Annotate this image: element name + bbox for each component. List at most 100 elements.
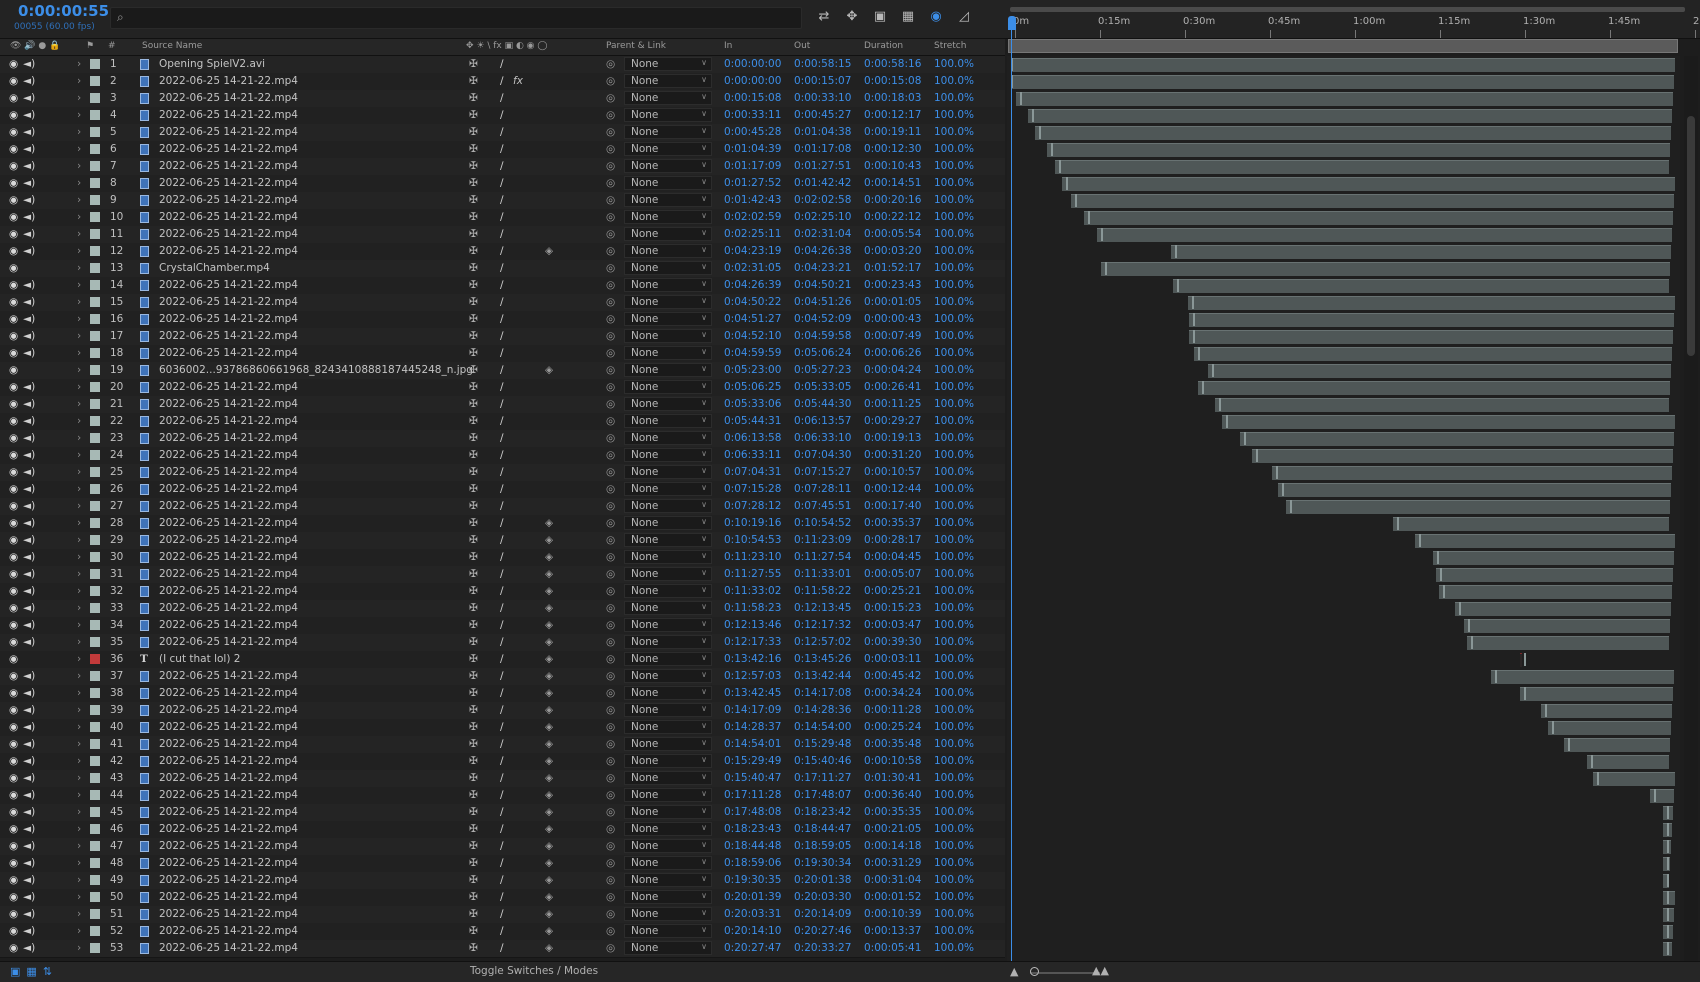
layer-source-name[interactable]: 2022-06-25 14-21-22.mp4 — [159, 177, 298, 189]
layer-in-marker[interactable] — [1175, 245, 1178, 258]
pick-whip-icon[interactable]: ◎ — [606, 75, 615, 87]
pick-whip-icon[interactable]: ◎ — [606, 364, 615, 376]
layer-in-time[interactable]: 0:00:15:08 — [724, 92, 781, 104]
layer-row[interactable]: ◉ ◄) › 45 2022-06-25 14-21-22.mp4 ✠ ∕ ◈ ◎ None ∨ 0:… — [0, 804, 1005, 822]
layer-source-name[interactable]: 2022-06-25 14-21-22.mp4 — [159, 789, 298, 801]
audio-speaker-icon[interactable]: ◄) — [23, 58, 35, 70]
twirl-chevron-icon[interactable]: › — [77, 483, 81, 495]
layer-duration-bar[interactable] — [1011, 75, 1674, 89]
layer-source-name[interactable]: 2022-06-25 14-21-22.mp4 — [159, 619, 298, 631]
layer-duration-bar[interactable] — [1047, 143, 1670, 157]
shy-switch-icon[interactable]: ✠ — [469, 891, 478, 903]
audio-speaker-icon[interactable]: ◄) — [23, 330, 35, 342]
layer-duration[interactable]: 0:00:20:16 — [864, 194, 921, 206]
quality-switch-icon[interactable]: ∕ — [500, 381, 504, 393]
shy-switch-icon[interactable]: ✠ — [469, 653, 478, 665]
quality-switch-icon[interactable]: ∕ — [500, 415, 504, 427]
layer-duration[interactable]: 0:00:19:11 — [864, 126, 921, 138]
shy-switch-icon[interactable]: ✠ — [469, 279, 478, 291]
layer-stretch[interactable]: 100.0% — [934, 449, 974, 461]
visibility-eye-icon[interactable]: ◉ — [9, 534, 18, 546]
layer-in-marker[interactable] — [1523, 653, 1526, 666]
layer-row[interactable]: ◉ ◄) › 22 2022-06-25 14-21-22.mp4 ✠ ∕ ◎ None ∨ 0:0… — [0, 413, 1005, 431]
layer-in-time[interactable]: 0:18:59:06 — [724, 857, 781, 869]
quality-switch-icon[interactable]: ∕ — [500, 109, 504, 121]
layer-stretch[interactable]: 100.0% — [934, 177, 974, 189]
visibility-eye-icon[interactable]: ◉ — [9, 449, 18, 461]
label-color-chip[interactable] — [90, 382, 100, 392]
layer-out-time[interactable]: 0:04:51:26 — [794, 296, 851, 308]
audio-speaker-icon[interactable]: ◄) — [23, 449, 35, 461]
layer-in-marker[interactable] — [1177, 279, 1180, 292]
graph-editor-icon[interactable]: ◿ — [955, 8, 973, 26]
layer-out-time[interactable]: 0:20:27:46 — [794, 925, 851, 937]
parent-link-dropdown[interactable]: None ∨ — [624, 278, 712, 292]
stretch-header[interactable]: Stretch — [934, 41, 966, 51]
shy-switch-icon[interactable]: ✠ — [469, 160, 478, 172]
parent-link-dropdown[interactable]: None ∨ — [624, 652, 712, 666]
pick-whip-icon[interactable]: ◎ — [606, 262, 615, 274]
pick-whip-icon[interactable]: ◎ — [606, 908, 615, 920]
work-area-bar[interactable] — [1008, 39, 1678, 53]
layer-stretch[interactable]: 100.0% — [934, 942, 974, 954]
audio-speaker-icon[interactable]: ◄) — [23, 840, 35, 852]
twirl-chevron-icon[interactable]: › — [77, 908, 81, 920]
layer-duration[interactable]: 0:00:04:45 — [864, 551, 921, 563]
shy-switch-icon[interactable]: ✠ — [469, 109, 478, 121]
twirl-chevron-icon[interactable]: › — [77, 75, 81, 87]
quality-switch-icon[interactable]: ∕ — [500, 398, 504, 410]
parent-link-dropdown[interactable]: None ∨ — [624, 805, 712, 819]
pick-whip-icon[interactable]: ◎ — [606, 194, 615, 206]
layer-out-time[interactable]: 0:01:42:42 — [794, 177, 851, 189]
visibility-eye-icon[interactable]: ◉ — [9, 670, 18, 682]
layer-source-name[interactable]: 2022-06-25 14-21-22.mp4 — [159, 891, 298, 903]
layer-source-name[interactable]: 2022-06-25 14-21-22.mp4 — [159, 211, 298, 223]
layer-in-marker[interactable] — [1552, 721, 1555, 734]
pick-whip-icon[interactable]: ◎ — [606, 687, 615, 699]
quality-switch-icon[interactable]: ∕ — [500, 296, 504, 308]
shy-switch-icon[interactable]: ✠ — [469, 823, 478, 835]
layer-row[interactable]: ◉ ◄) › 7 2022-06-25 14-21-22.mp4 ✠ ∕ ◎ None ∨ 0:01… — [0, 158, 1005, 176]
layer-duration-bar[interactable] — [1173, 279, 1669, 293]
pick-whip-icon[interactable]: ◎ — [606, 619, 615, 631]
visibility-eye-icon[interactable]: ◉ — [9, 840, 18, 852]
shy-switch-icon[interactable]: ✠ — [469, 721, 478, 733]
layer-source-name[interactable]: 2022-06-25 14-21-22.mp4 — [159, 534, 298, 546]
quality-switch-icon[interactable]: ∕ — [500, 823, 504, 835]
audio-speaker-icon[interactable]: ◄) — [23, 228, 35, 240]
layer-source-name[interactable]: 2022-06-25 14-21-22.mp4 — [159, 738, 298, 750]
layer-source-name[interactable]: 2022-06-25 14-21-22.mp4 — [159, 75, 298, 87]
layer-stretch[interactable]: 100.0% — [934, 126, 974, 138]
quality-switch-icon[interactable]: ∕ — [500, 925, 504, 937]
layer-out-time[interactable]: 0:11:23:09 — [794, 534, 851, 546]
pick-whip-icon[interactable]: ◎ — [606, 143, 615, 155]
shy-switch-icon[interactable]: ✠ — [469, 177, 478, 189]
visibility-eye-icon[interactable]: ◉ — [9, 704, 18, 716]
layer-in-marker[interactable] — [1059, 160, 1062, 173]
layer-source-name[interactable]: 2022-06-25 14-21-22.mp4 — [159, 160, 298, 172]
motion-blur-switch-icon[interactable]: ◈ — [545, 517, 553, 529]
parent-link-dropdown[interactable]: None ∨ — [624, 142, 712, 156]
layer-out-time[interactable]: 0:20:01:38 — [794, 874, 851, 886]
layer-source-name[interactable]: 2022-06-25 14-21-22.mp4 — [159, 92, 298, 104]
parent-link-dropdown[interactable]: None ∨ — [624, 533, 712, 547]
current-time-display[interactable]: 0:00:00:55 — [18, 2, 109, 20]
layer-in-time[interactable]: 0:04:50:22 — [724, 296, 781, 308]
layer-source-name[interactable]: 2022-06-25 14-21-22.mp4 — [159, 449, 298, 461]
layer-out-time[interactable]: 0:20:03:30 — [794, 891, 851, 903]
audio-speaker-icon[interactable]: ◄) — [23, 466, 35, 478]
layer-in-marker[interactable] — [1495, 670, 1498, 683]
twirl-chevron-icon[interactable]: › — [77, 534, 81, 546]
layer-out-time[interactable]: 0:05:44:30 — [794, 398, 851, 410]
label-color-chip[interactable] — [90, 841, 100, 851]
label-color-chip[interactable] — [90, 569, 100, 579]
playhead-handle[interactable] — [1008, 16, 1016, 30]
label-color-chip[interactable] — [90, 620, 100, 630]
quality-switch-icon[interactable]: ∕ — [500, 874, 504, 886]
layer-stretch[interactable]: 100.0% — [934, 551, 974, 563]
visibility-eye-icon[interactable]: ◉ — [9, 653, 18, 665]
parent-link-dropdown[interactable]: None ∨ — [624, 176, 712, 190]
layer-in-marker[interactable] — [1397, 517, 1399, 530]
shy-switch-icon[interactable]: ✠ — [469, 789, 478, 801]
layer-duration-bar[interactable] — [1035, 126, 1671, 140]
